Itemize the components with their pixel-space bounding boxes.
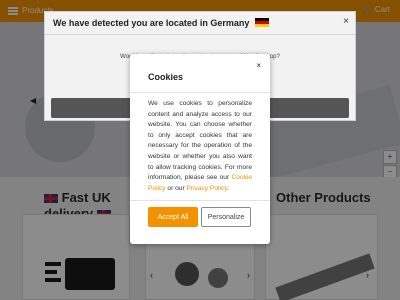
privacy-policy-link[interactable]: Privacy Policy <box>186 185 227 192</box>
cookie-consent-modal: Cookies × We use cookies to personalize … <box>130 54 270 244</box>
cookie-description: We use cookies to personalize content an… <box>148 100 252 192</box>
divider <box>45 34 355 35</box>
geo-modal-title: We have detected you are located in Germ… <box>53 18 269 28</box>
divider <box>130 200 270 201</box>
geo-close-icon[interactable]: × <box>343 16 349 27</box>
germany-flag-icon <box>254 18 269 27</box>
cookie-modal-title: Cookies <box>148 72 184 82</box>
personalize-button[interactable]: Personalize <box>201 207 251 227</box>
cookie-close-icon[interactable]: × <box>256 61 261 70</box>
divider <box>130 92 270 93</box>
accept-all-button[interactable]: Accept All <box>148 207 198 227</box>
